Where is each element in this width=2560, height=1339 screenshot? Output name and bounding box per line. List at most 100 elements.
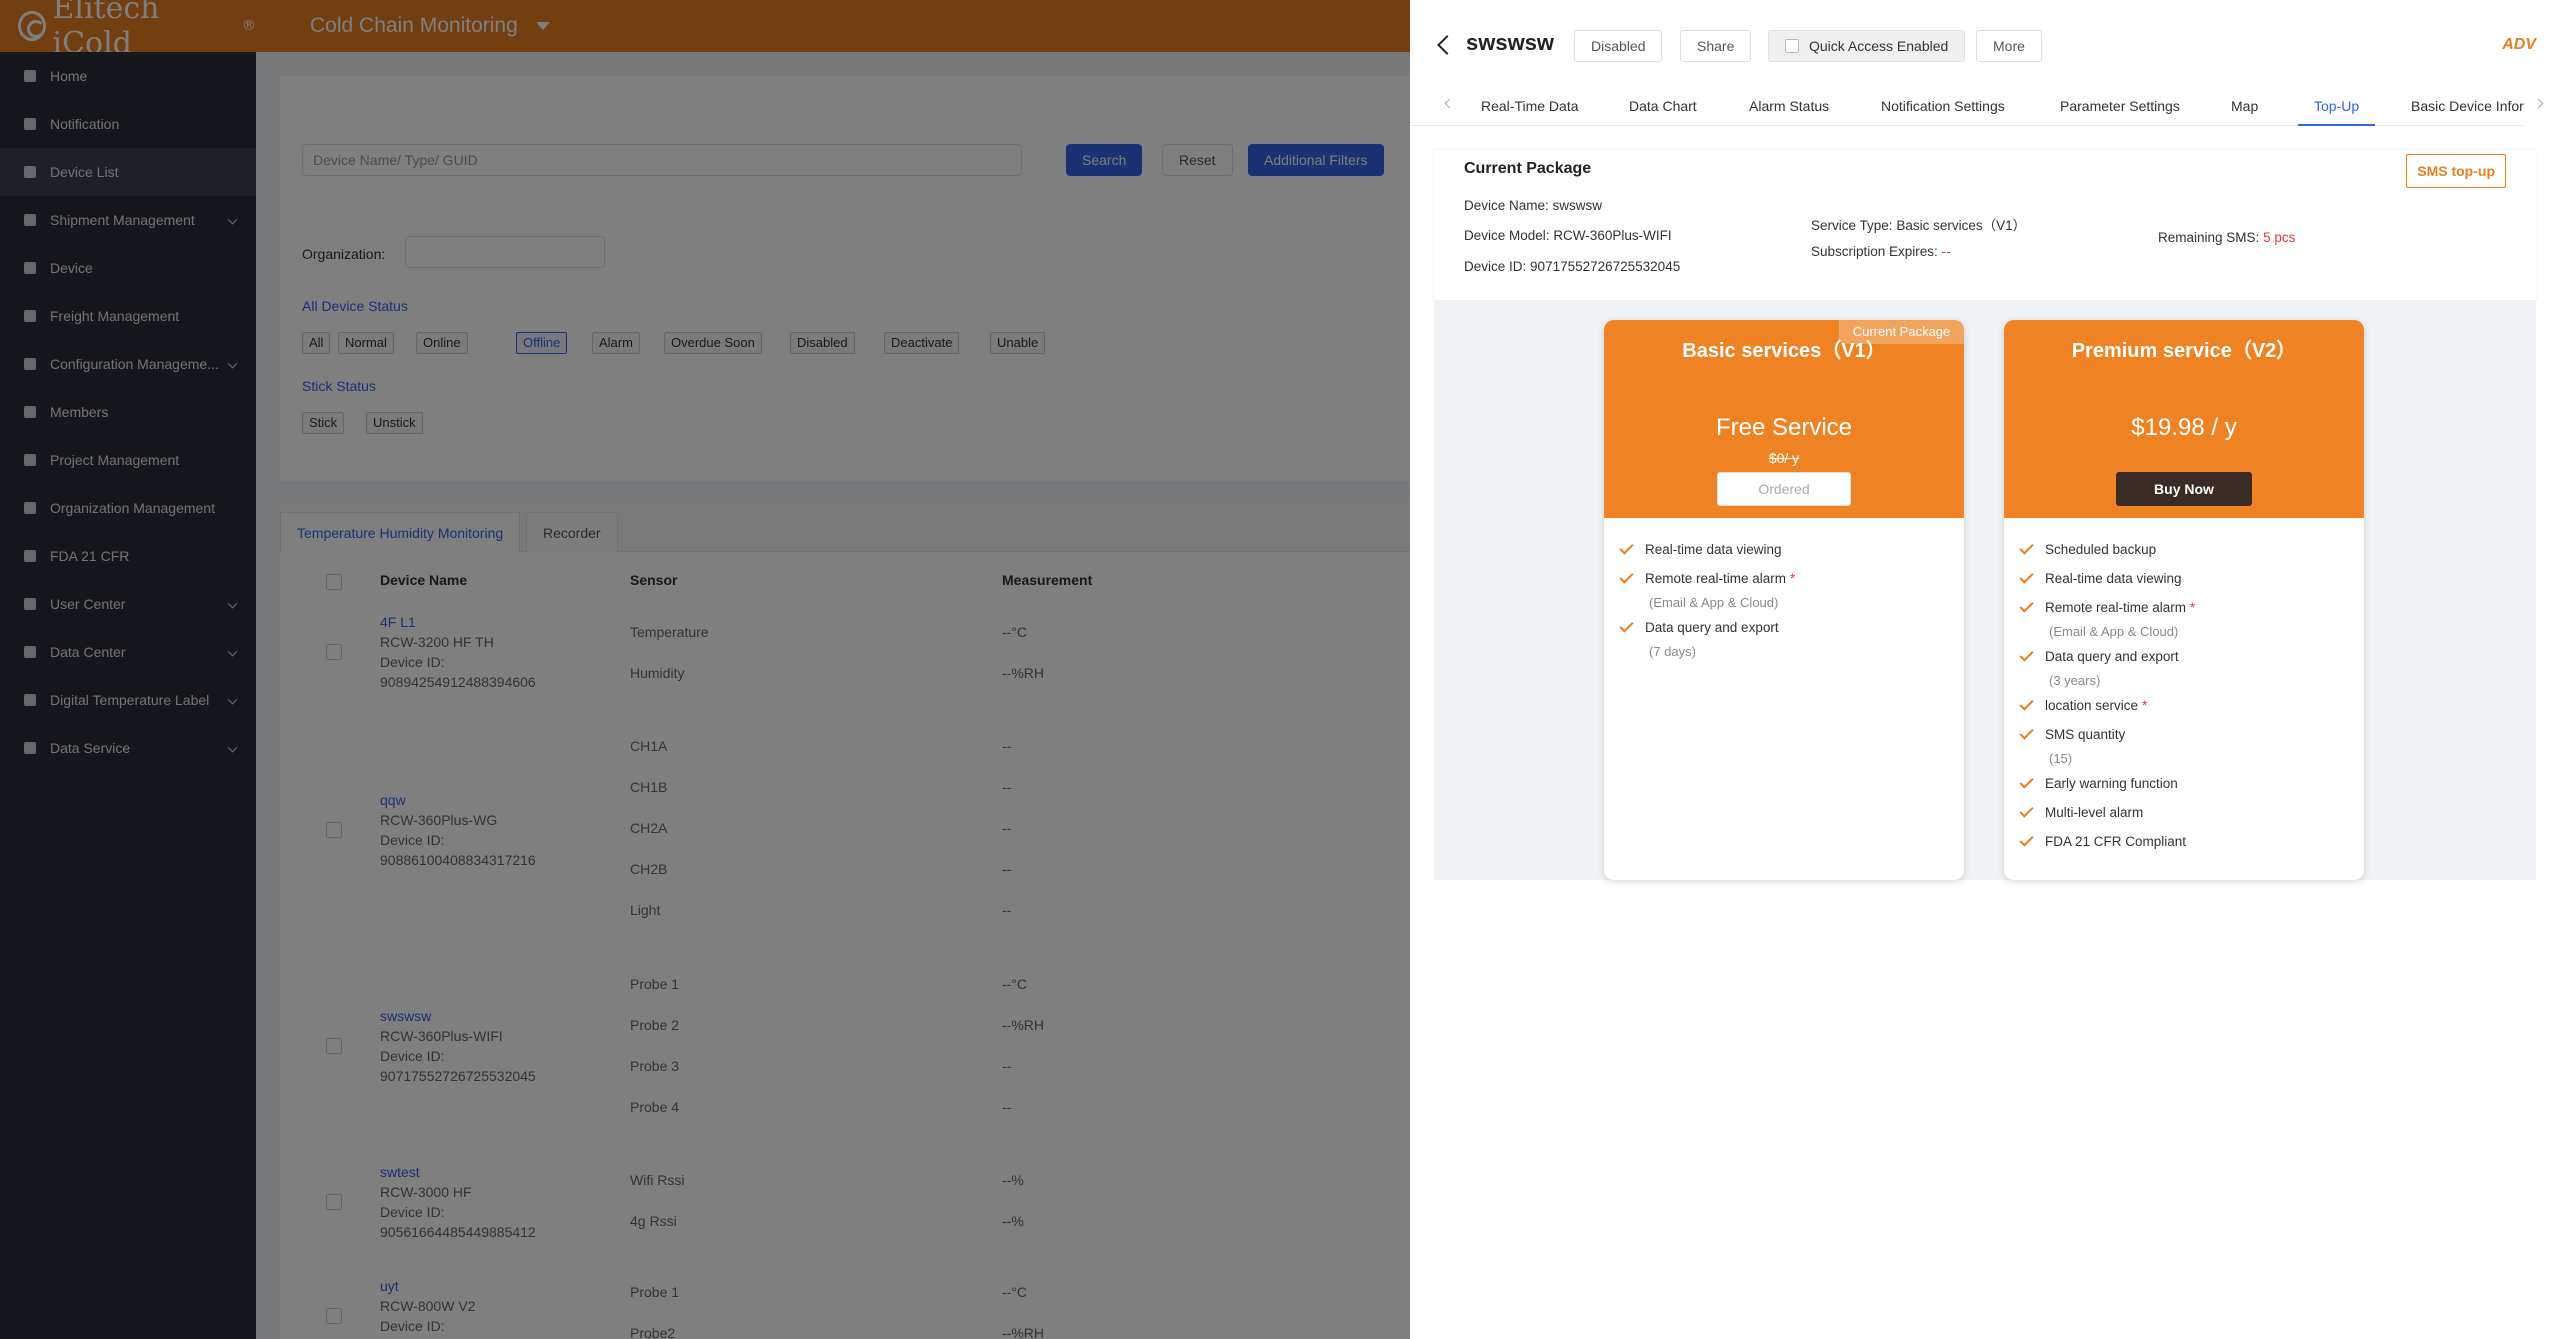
check-icon: [2019, 725, 2034, 740]
plan-header: Premium service（V2） $19.98 / y Buy Now: [2004, 320, 2364, 518]
feature-note: (3 years): [2049, 673, 2101, 688]
back-arrow-icon[interactable]: [1437, 35, 1457, 55]
service-type-info: Service Type: Basic services（V1）: [1811, 214, 2026, 234]
plans-area: Current Package Basic services（V1） Free …: [1434, 300, 2536, 880]
tabs-clip: [2524, 86, 2560, 126]
feature-note: (7 days): [1649, 644, 1696, 659]
plan-header: Current Package Basic services（V1） Free …: [1604, 320, 1964, 518]
tab-map[interactable]: Map: [2231, 86, 2258, 126]
quick-access-toggle[interactable]: Quick Access Enabled: [1768, 30, 1966, 62]
plan-price: $19.98 / y: [2131, 414, 2237, 441]
device-model-value: RCW-360Plus-WIFI: [1553, 228, 1672, 243]
plan-feature: FDA 21 CFR Compliant: [2019, 832, 2187, 849]
feature-label: Early warning function: [2045, 776, 2178, 791]
plan-feature: Real-time data viewing: [1619, 540, 1782, 557]
feature-label: Data query and export: [1645, 620, 1779, 635]
device-name-label: Device Name:: [1464, 198, 1549, 213]
more-button[interactable]: More: [1976, 30, 2042, 62]
service-type-value: Basic services（V1）: [1896, 218, 2027, 233]
current-package-title: Current Package: [1464, 160, 1592, 177]
feature-label: Real-time data viewing: [1645, 542, 1782, 557]
plan-feature: Remote real-time alarm *: [2019, 598, 2196, 615]
check-icon: [1619, 569, 1634, 584]
tab-data-chart[interactable]: Data Chart: [1629, 86, 1697, 126]
check-icon: [1619, 540, 1634, 555]
plan-feature: Multi-level alarm: [2019, 803, 2144, 820]
plan-feature: SMS quantity: [2019, 725, 2126, 742]
plan-feature: Real-time data viewing: [2019, 569, 2182, 586]
plan-price: Free Service: [1715, 414, 1853, 441]
device-model-label: Device Model:: [1464, 228, 1550, 243]
disabled-button[interactable]: Disabled: [1574, 30, 1663, 62]
feature-label: Scheduled backup: [2045, 542, 2157, 557]
plan-feature: Data query and export: [1619, 618, 1779, 635]
device-model-info: Device Model: RCW-360Plus-WIFI: [1464, 228, 1672, 243]
remaining-sms-label: Remaining SMS:: [2158, 230, 2260, 245]
check-icon: [2019, 803, 2034, 818]
feature-label: Real-time data viewing: [2045, 571, 2182, 586]
feature-label: FDA 21 CFR Compliant: [2045, 834, 2187, 849]
feature-label: Multi-level alarm: [2045, 805, 2144, 820]
tab-notification-settings[interactable]: Notification Settings: [1881, 86, 2005, 126]
check-icon: [2019, 569, 2034, 584]
check-icon: [2019, 832, 2034, 847]
feature-note: (15): [2049, 751, 2073, 766]
drawer-header: swswsw Disabled Share Quick Access Enabl…: [1410, 0, 2560, 90]
feature-label: Remote real-time alarm: [1645, 571, 1787, 586]
adv-badge: ADV: [2502, 36, 2536, 53]
check-icon: [2019, 774, 2034, 789]
tab-basic-device-information[interactable]: Basic Device Inform: [2411, 86, 2535, 126]
check-icon: [2019, 647, 2034, 662]
check-icon: [2019, 540, 2034, 555]
tabs-prev-icon[interactable]: [1444, 98, 1455, 109]
plan-feature: Data query and export: [2019, 647, 2179, 664]
device-id-value: 90717552726725532045: [1530, 259, 1681, 274]
drawer-tabs: Real-Time Data Data Chart Alarm Status N…: [1410, 86, 2560, 126]
tab-top-up[interactable]: Top-Up: [2298, 86, 2376, 126]
quick-access-label: Quick Access Enabled: [1809, 38, 1949, 54]
sms-top-up-button[interactable]: SMS top-up: [2406, 154, 2506, 188]
quick-access-checkbox[interactable]: [1785, 39, 1799, 53]
buy-now-button[interactable]: Buy Now: [2116, 472, 2252, 506]
device-title: swswsw: [1466, 30, 1555, 55]
device-detail-drawer: swswsw Disabled Share Quick Access Enabl…: [1410, 0, 2560, 1339]
feature-note: (Email & App & Cloud): [2049, 624, 2179, 639]
feature-label: SMS quantity: [2045, 727, 2126, 742]
tab-real-time-data[interactable]: Real-Time Data: [1481, 86, 1579, 126]
plan-card-basic: Current Package Basic services（V1） Free …: [1604, 320, 1964, 880]
service-type-label: Service Type:: [1811, 218, 1893, 233]
device-name-info: Device Name: swswsw: [1464, 198, 1602, 213]
plan-name: Premium service（V2）: [2071, 340, 2297, 362]
plan-feature: Remote real-time alarm *: [1619, 569, 1796, 586]
plan-original-price: $0/ y: [1768, 450, 1800, 466]
check-icon: [1619, 618, 1634, 633]
feature-note: (Email & App & Cloud): [1649, 595, 1779, 610]
tab-parameter-settings[interactable]: Parameter Settings: [2060, 86, 2180, 126]
check-icon: [2019, 696, 2034, 711]
required-star: *: [2190, 600, 2196, 615]
feature-label: Remote real-time alarm: [2045, 600, 2187, 615]
modal-overlay[interactable]: [0, 0, 1410, 1339]
subscription-expires-value: --: [1941, 244, 1951, 259]
feature-label: Data query and export: [2045, 649, 2179, 664]
remaining-sms-info: Remaining SMS: 5 pcs: [2158, 230, 2295, 245]
required-star: *: [1790, 571, 1796, 586]
share-button[interactable]: Share: [1680, 30, 1752, 62]
check-icon: [2019, 598, 2034, 613]
device-id-label: Device ID:: [1464, 259, 1527, 274]
subscription-expires-info: Subscription Expires: --: [1811, 244, 1951, 259]
current-package-card: Current Package SMS top-up Device Name: …: [1434, 150, 2536, 300]
tab-alarm-status[interactable]: Alarm Status: [1749, 86, 1829, 126]
plan-feature: location service *: [2019, 696, 2148, 713]
plan-name: Basic services（V1）: [1682, 340, 1886, 362]
ordered-button[interactable]: Ordered: [1717, 472, 1851, 506]
device-id-info: Device ID: 90717552726725532045: [1464, 259, 1680, 274]
plan-card-premium: Premium service（V2） $19.98 / y Buy Now S…: [2004, 320, 2364, 880]
subscription-expires-label: Subscription Expires:: [1811, 244, 1938, 259]
remaining-sms-value: 5 pcs: [2263, 230, 2296, 245]
feature-label: location service: [2045, 698, 2139, 713]
device-name-value: swswsw: [1552, 198, 1603, 213]
plan-feature: Early warning function: [2019, 774, 2178, 791]
required-star: *: [2142, 698, 2148, 713]
plan-feature: Scheduled backup: [2019, 540, 2157, 557]
